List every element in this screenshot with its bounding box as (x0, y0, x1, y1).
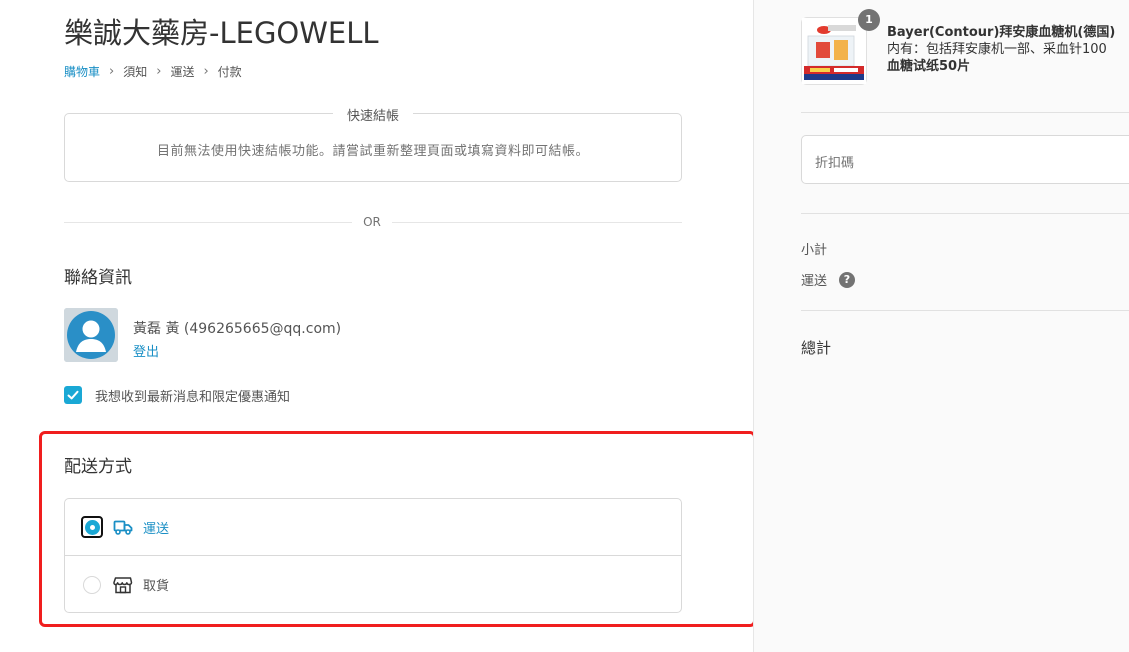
breadcrumb-separator: › (156, 64, 162, 79)
breadcrumb-separator: › (109, 64, 115, 79)
delivery-option-ship[interactable]: 運送 (65, 499, 681, 556)
discount-code-input[interactable]: 折扣碼 (801, 135, 1129, 184)
checkout-main: 樂誠大藥房-LEGOWELL 購物車 › 須知 › 運送 › 付款 快速結帳 目… (0, 0, 756, 652)
product-name: Bayer(Contour)拜安康血糖机(德国) 内有：包括拜安康机一部、采血针… (887, 24, 1129, 75)
order-summary: 1 Bayer(Contour)拜安康血糖机(德国) 内有：包括拜安康机一部、采… (753, 0, 1129, 652)
or-divider-text: OR (352, 215, 392, 229)
delivery-options: 運送 取貨 (64, 498, 682, 613)
shipping-label: 運送 (801, 274, 828, 289)
discount-code-placeholder: 折扣碼 (815, 156, 855, 171)
delivery-radio-selected[interactable] (81, 516, 103, 538)
product-image (802, 18, 866, 84)
delivery-option-pickup[interactable]: 取貨 (65, 556, 681, 613)
help-icon[interactable]: ? (839, 272, 855, 288)
contact-user: 黃磊 黃 (496265665@qq.com) (133, 321, 342, 337)
avatar (64, 308, 118, 362)
breadcrumb-payment: 付款 (217, 65, 242, 79)
delivery-option-ship-label: 運送 (143, 521, 170, 537)
breadcrumb: 購物車 › 須知 › 運送 › 付款 (64, 63, 242, 80)
store-icon (113, 576, 133, 593)
breadcrumb-shipping: 運送 (170, 65, 195, 79)
product-name-line3: 血糖试纸50片 (887, 59, 971, 74)
summary-divider (801, 112, 1129, 113)
logout-link[interactable]: 登出 (133, 341, 159, 360)
subtotal-label: 小計 (801, 243, 828, 258)
express-checkout-message: 目前無法使用快速結帳功能。請嘗試重新整理頁面或填寫資料即可結帳。 (156, 144, 589, 159)
product-name-line2: 内有：包括拜安康机一部、采血针100 (887, 42, 1107, 57)
shop-title[interactable]: 樂誠大藥房-LEGOWELL (64, 10, 379, 52)
total-label: 總計 (801, 339, 832, 357)
product-thumbnail (801, 17, 867, 85)
quantity-badge: 1 (858, 9, 880, 31)
breadcrumb-notice: 須知 (123, 65, 148, 79)
newsletter-checkbox[interactable] (64, 386, 82, 404)
delivery-option-pickup-label: 取貨 (143, 579, 170, 594)
newsletter-label: 我想收到最新消息和限定優惠通知 (95, 390, 291, 405)
summary-divider (801, 310, 1129, 311)
breadcrumb-cart[interactable]: 購物車 (64, 63, 100, 80)
delivery-radio-unselected[interactable] (83, 575, 101, 594)
truck-icon (113, 520, 133, 535)
checkmark-icon (67, 390, 79, 400)
express-checkout-box: 快速結帳 目前無法使用快速結帳功能。請嘗試重新整理頁面或填寫資料即可結帳。 (64, 105, 682, 182)
contact-heading: 聯絡資訊 (64, 268, 132, 288)
express-checkout-title: 快速結帳 (332, 105, 414, 124)
breadcrumb-separator: › (203, 64, 209, 79)
delivery-heading: 配送方式 (64, 457, 132, 477)
product-name-line1: Bayer(Contour)拜安康血糖机(德国) (887, 25, 1116, 40)
user-icon (64, 308, 118, 362)
summary-divider (801, 213, 1129, 214)
